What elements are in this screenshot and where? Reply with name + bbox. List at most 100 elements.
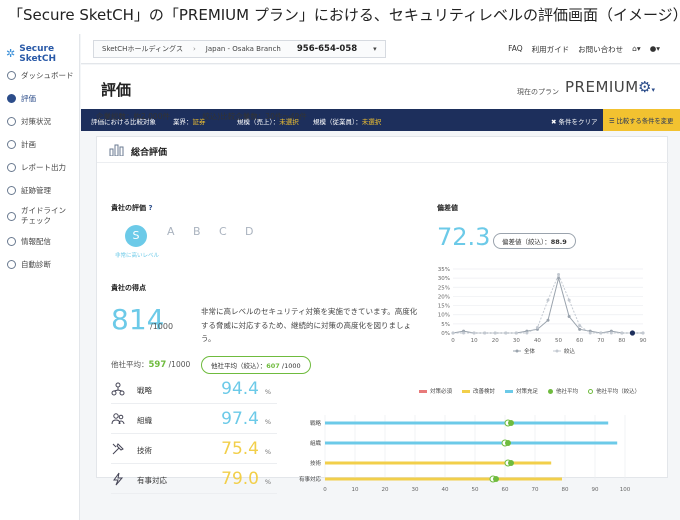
- series-line-1: [453, 273, 643, 334]
- series-point: [620, 331, 624, 335]
- legend-swatch: [505, 389, 514, 393]
- report-icon: [7, 163, 16, 172]
- dashboard-icon: [7, 71, 16, 80]
- x-tick-label: 30: [412, 487, 419, 493]
- divider: [111, 493, 277, 494]
- user-icon[interactable]: ●▾: [650, 44, 660, 55]
- sidebar-item-2[interactable]: 対策状況: [0, 110, 79, 133]
- page-title: 評価: [101, 81, 132, 99]
- other-average-filtered-value: 607: [266, 362, 280, 370]
- legend-label: 他社平均（絞込）: [596, 389, 641, 395]
- contact-link[interactable]: お問い合わせ: [578, 44, 623, 55]
- company-selector[interactable]: SketCHホールディングス › Japan - Osaka Branch 95…: [93, 40, 386, 58]
- top-bar: SketCHホールディングス › Japan - Osaka Branch 95…: [81, 34, 680, 64]
- x-tick-label: 80: [562, 487, 569, 493]
- series-point: [525, 331, 529, 335]
- legend-marker: [515, 349, 519, 353]
- sidebar-item-label: 対策状況: [21, 117, 51, 126]
- x-tick-label: 0: [451, 338, 455, 344]
- score-unit: /1000: [150, 322, 174, 331]
- summary-card-header: 総合評価: [97, 137, 669, 163]
- grade-d: D: [245, 225, 254, 238]
- status-icon: [7, 117, 16, 126]
- category-score-chart: 0 10 20 30 40 50 60 70 80 90 100 戦略組織技術有事対応: [299, 415, 631, 493]
- category-axis-label: 有事対応: [299, 475, 321, 483]
- legend-label: 改善検討: [473, 389, 496, 395]
- category-score: 97.4: [221, 409, 259, 429]
- other-average-filtered-dot: [505, 440, 511, 446]
- page-header: 評価 現在のプラン PREMIUM ⚙▾: [81, 65, 680, 109]
- sidebar-item-5[interactable]: 証跡管理: [0, 179, 79, 202]
- gear-icon[interactable]: ⚙▾: [638, 78, 655, 96]
- change-filter-button[interactable]: ☰ 比較する条件を変更: [603, 109, 680, 131]
- list-icon: ☰: [609, 118, 617, 125]
- sidebar-item-label: レポート出力: [21, 163, 66, 172]
- series-point: [535, 326, 539, 330]
- divider: [111, 463, 277, 464]
- sidebar-item-label: 計画: [21, 140, 36, 149]
- category-unit: %: [264, 448, 271, 456]
- other-average-filtered: 他社平均（絞込）：607 /1000: [201, 356, 311, 374]
- sidebar-item-0[interactable]: ダッシュボード: [0, 64, 79, 87]
- series-point: [514, 331, 518, 335]
- legend-marker: [555, 349, 559, 353]
- x-tick-label: 90: [640, 338, 647, 344]
- category-score: 79.0: [221, 469, 259, 489]
- guideline-icon: [7, 211, 16, 221]
- brand-logo[interactable]: ✲ Secure SketCH: [0, 34, 79, 64]
- other-average-value: 597: [148, 360, 167, 370]
- language-icon[interactable]: ⌂▾: [632, 44, 641, 55]
- grade-b: B: [193, 225, 201, 238]
- guide-link[interactable]: 利用ガイド: [532, 44, 570, 55]
- category-bar: [325, 421, 609, 425]
- sidebar-item-6[interactable]: ガイドライン チェック: [0, 202, 79, 230]
- category-row: 組織 97.4%: [111, 409, 277, 435]
- strategy-icon: [111, 382, 125, 396]
- other-average-filtered-dot: [493, 476, 499, 482]
- sidebar-item-1[interactable]: 評価: [0, 87, 79, 110]
- grade-s: S: [125, 225, 147, 247]
- category-row: 戦略 94.4%: [111, 379, 277, 405]
- series-point: [483, 331, 487, 335]
- faq-link[interactable]: FAQ: [508, 44, 523, 55]
- category-name: 戦略: [137, 386, 152, 395]
- category-row: 技術 75.4%: [111, 439, 277, 465]
- legend-label: 全体: [524, 347, 536, 355]
- logo-icon: ✲: [6, 47, 16, 60]
- chevron-right-icon: ›: [192, 45, 196, 53]
- help-icon[interactable]: ?: [148, 204, 152, 212]
- deviation-label: 偏差値: [437, 204, 458, 212]
- legend-item: 改善検討: [462, 387, 495, 395]
- category-name: 技術: [137, 446, 152, 455]
- y-tick-label: 30%: [438, 276, 450, 282]
- evidence-icon: [7, 186, 16, 195]
- series-point: [504, 331, 508, 335]
- sidebar-item-label: 評価: [21, 94, 36, 103]
- category-unit: %: [264, 388, 271, 396]
- x-tick-label: 10: [471, 338, 478, 344]
- x-tick-label: 10: [352, 487, 359, 493]
- y-tick-label: 10%: [438, 313, 450, 319]
- series-point: [451, 331, 455, 335]
- grade-c: C: [219, 225, 227, 238]
- incident-response-icon: [113, 472, 124, 486]
- sidebar-item-label: ダッシュボード: [21, 71, 74, 80]
- sidebar-item-3[interactable]: 計画: [0, 133, 79, 156]
- series-point: [599, 331, 603, 335]
- series-point: [641, 331, 645, 335]
- evaluation-icon: [7, 94, 16, 103]
- other-average-filtered-dot: [508, 420, 514, 426]
- sidebar-item-4[interactable]: レポート出力: [0, 156, 79, 179]
- sidebar-item-7[interactable]: 情報配信: [0, 230, 79, 253]
- legend-label: 対策充足: [516, 389, 539, 395]
- clear-filter-button[interactable]: ✖ 条件をクリア: [551, 116, 598, 126]
- y-tick-label: 0%: [441, 331, 450, 337]
- x-tick-label: 40: [534, 338, 541, 344]
- sidebar-item-label-wrap: ガイドライン チェック: [21, 206, 66, 226]
- legend-item: 対策必須: [419, 387, 452, 395]
- sidebar-item-8[interactable]: 自動診断: [0, 253, 79, 276]
- series-point: [567, 315, 571, 319]
- bar-chart-icon: [109, 144, 124, 156]
- series-point: [578, 327, 582, 331]
- category-unit: %: [264, 478, 271, 486]
